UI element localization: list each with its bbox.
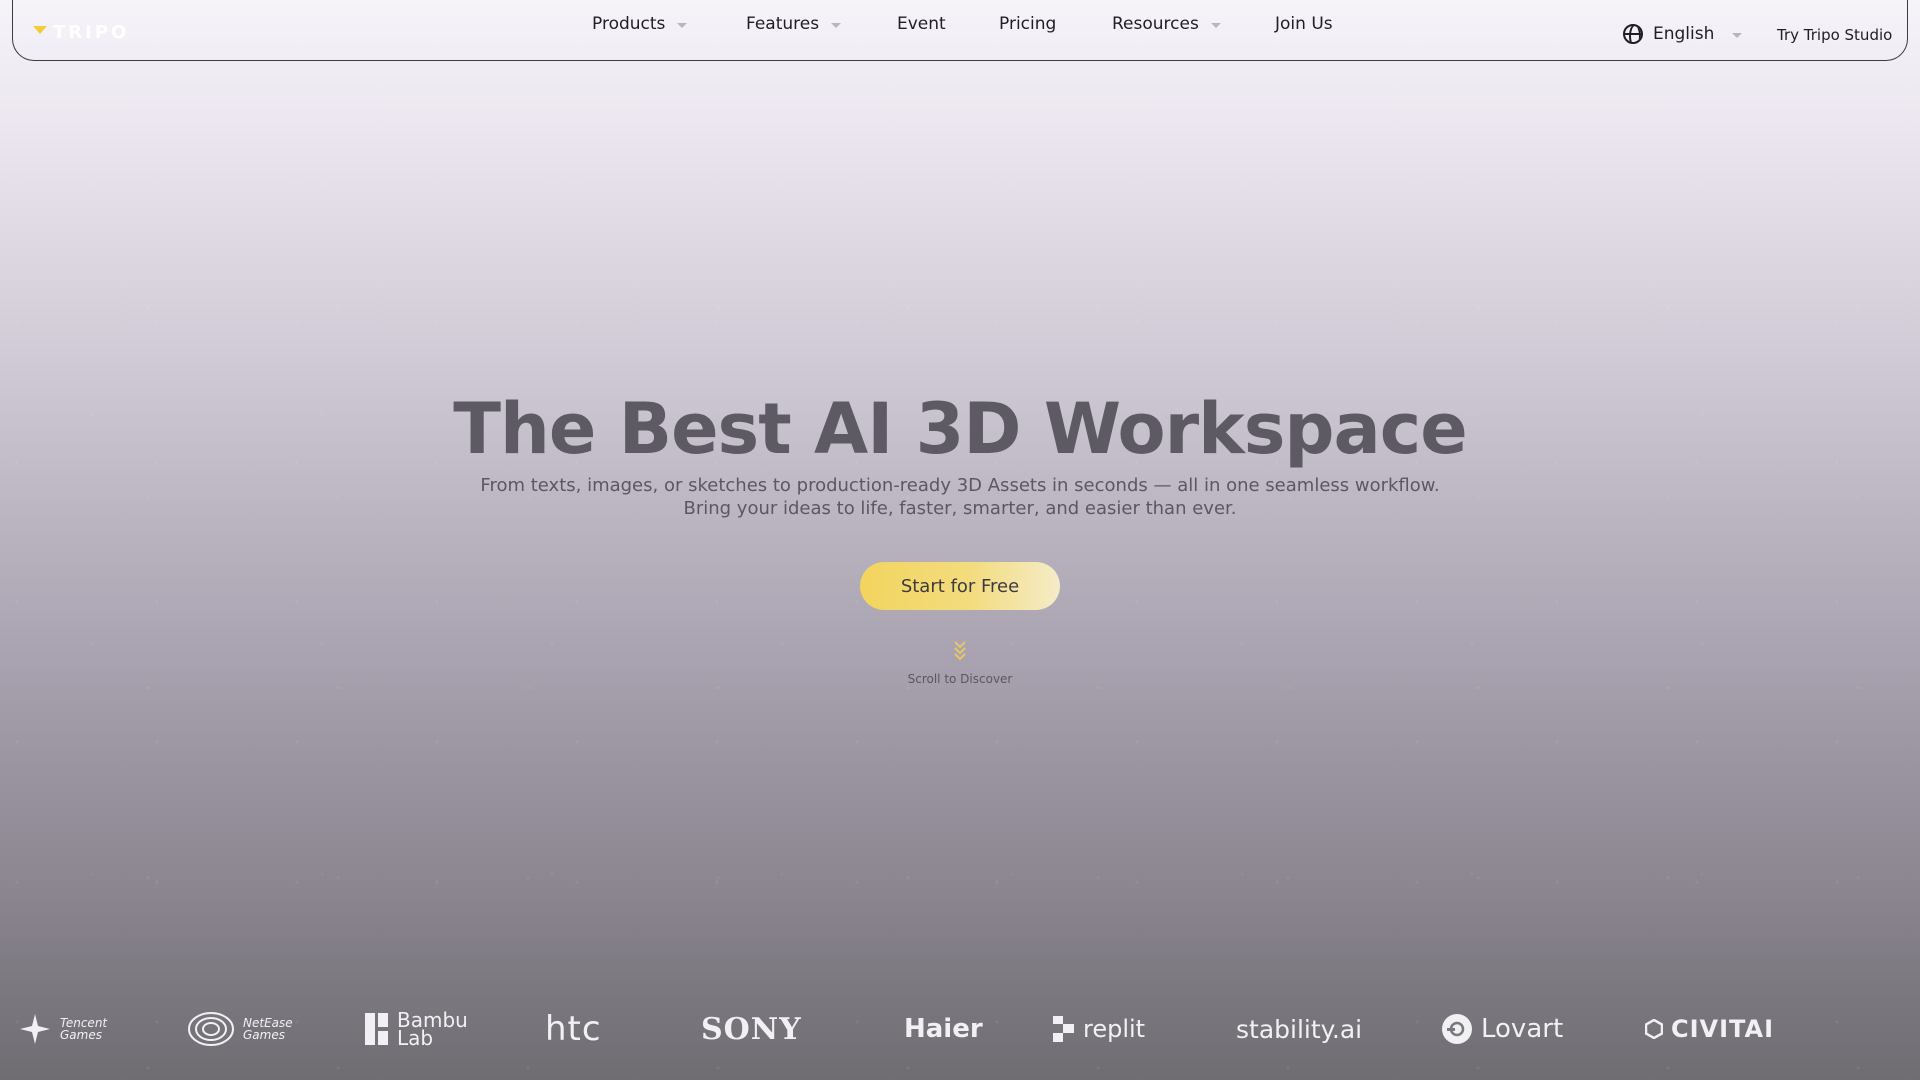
- nav-item-label: Features: [746, 14, 820, 34]
- scroll-to-discover-label: Scroll to Discover: [907, 672, 1013, 686]
- double-chevron-down-icon[interactable]: [952, 640, 968, 660]
- chevron-down-icon: [677, 22, 688, 28]
- try-tripo-studio-link[interactable]: Try Tripo Studio: [1777, 26, 1892, 44]
- nav-item-products[interactable]: Products: [592, 14, 688, 34]
- nav-item-pricing[interactable]: Pricing: [999, 14, 1056, 34]
- replit-mark-icon: [1053, 1016, 1074, 1042]
- nav-item-features[interactable]: Features: [746, 14, 842, 34]
- start-for-free-button[interactable]: Start for Free: [860, 562, 1060, 610]
- logo-text: TRIPO: [53, 21, 130, 43]
- partner-logo-text: Games: [243, 1028, 285, 1042]
- partner-logo-text: replit: [1083, 1015, 1146, 1043]
- partner-logo-netease-games: NetEase Games: [187, 1004, 293, 1054]
- bambu-mark-icon: [365, 1013, 388, 1045]
- hero-subtitle: From texts, images, or sketches to produ…: [0, 474, 1920, 520]
- background-texture: [0, 0, 1920, 1080]
- nav-item-label: Event: [897, 14, 946, 34]
- chevron-down-icon: [831, 22, 842, 28]
- chevron-down-icon: [1732, 32, 1743, 38]
- partner-logo-lovart: Lovart: [1441, 1004, 1563, 1054]
- nav-item-event[interactable]: Event: [897, 14, 946, 34]
- partner-logo-stability-ai: stability.ai: [1236, 1014, 1363, 1044]
- partner-logo-text: Games: [60, 1028, 102, 1042]
- netease-swirl-icon: [188, 1012, 234, 1046]
- hero-subtitle-line-1: From texts, images, or sketches to produ…: [480, 475, 1440, 496]
- partner-logo-text: Lovart: [1481, 1014, 1564, 1044]
- nav-item-label: Pricing: [999, 14, 1057, 34]
- tripo-logo[interactable]: TRIPO: [33, 21, 130, 43]
- nav-item-resources[interactable]: Resources: [1112, 14, 1221, 34]
- nav-item-join-us[interactable]: Join Us: [1275, 14, 1333, 34]
- hero-title: The Best AI 3D Workspace: [453, 388, 1467, 470]
- partner-logo-htc: htc: [545, 1009, 602, 1049]
- language-label: English: [1653, 24, 1715, 44]
- civitai-hex-icon: [1645, 1019, 1663, 1039]
- hero-subtitle-line-2: Bring your ideas to life, faster, smarte…: [683, 498, 1237, 519]
- lovart-mark-icon: [1442, 1014, 1472, 1044]
- partner-logo-tencent-games: Tencent Games: [18, 1004, 107, 1054]
- globe-icon: [1623, 24, 1643, 44]
- partner-logos: Tencent Games NetEase Games Bambu Lab ht…: [0, 1004, 1920, 1054]
- nav-item-label: Join Us: [1275, 14, 1333, 34]
- partner-logo-haier: Haier: [904, 1014, 983, 1044]
- chevron-down-icon: [1210, 22, 1221, 28]
- language-selector[interactable]: English: [1623, 24, 1743, 44]
- tencent-star-icon: [20, 1014, 50, 1044]
- partner-logo-replit: replit: [1053, 1004, 1145, 1054]
- partner-logo-civitai: CIVITAI: [1645, 1004, 1774, 1054]
- nav-item-label: Resources: [1112, 14, 1199, 34]
- partner-logo-bambu-lab: Bambu Lab: [365, 1004, 468, 1054]
- tripo-logo-mark-icon: [33, 26, 49, 38]
- partner-logo-sony: SONY: [701, 1011, 802, 1047]
- partner-logo-text: CIVITAI: [1671, 1015, 1775, 1043]
- nav-item-label: Products: [592, 14, 666, 34]
